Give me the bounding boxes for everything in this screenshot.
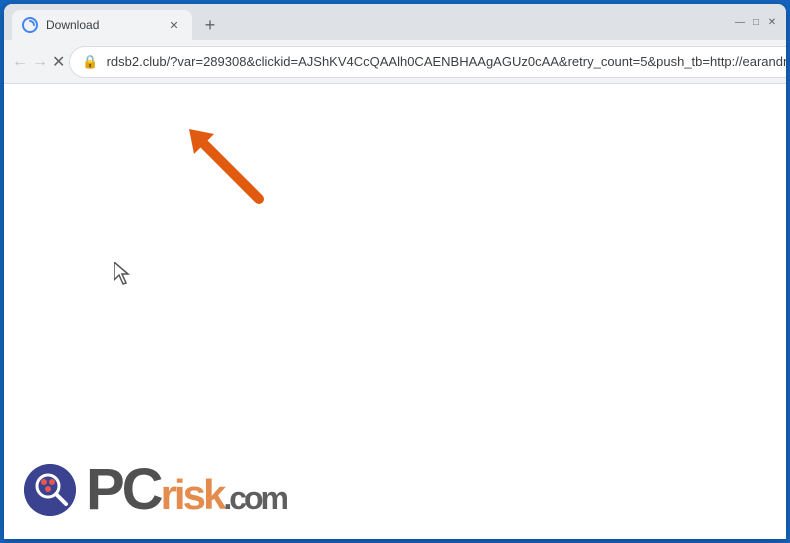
logo-com: .com: [223, 480, 286, 516]
tab-title: Download: [46, 18, 158, 32]
page-content: PCrisk.com: [4, 84, 786, 539]
pcrisk-logo-text: PCrisk.com: [86, 461, 286, 519]
forward-button[interactable]: →: [32, 46, 48, 78]
nav-bar: ← → ✕ 🔒 rdsb2.club/?var=289308&clickid=A…: [4, 40, 786, 84]
tab-close-button[interactable]: ✕: [166, 17, 182, 33]
tab-favicon: [22, 17, 38, 33]
title-bar: Download ✕ + — □ ✕: [4, 4, 786, 40]
arrow-annotation: [184, 124, 274, 219]
browser-window: Download ✕ + — □ ✕ ← → ✕ 🔒 rdsb2.club/?v…: [4, 4, 786, 539]
pcrisk-logo-icon: [24, 464, 76, 516]
new-tab-button[interactable]: +: [196, 11, 224, 39]
window-controls: — □ ✕: [734, 16, 778, 28]
reload-button[interactable]: ✕: [52, 46, 65, 78]
mouse-cursor: [114, 262, 134, 291]
url-text: rdsb2.club/?var=289308&clickid=AJShKV4Cc…: [107, 54, 786, 69]
logo-pc: PC: [86, 457, 161, 522]
active-tab[interactable]: Download ✕: [12, 10, 192, 40]
lock-icon: 🔒: [82, 54, 98, 70]
maximize-button[interactable]: □: [750, 16, 762, 28]
logo-risk: risk: [161, 471, 224, 518]
tab-area: Download ✕ +: [12, 4, 726, 40]
back-button[interactable]: ←: [12, 46, 28, 78]
minimize-button[interactable]: —: [734, 16, 746, 28]
address-bar[interactable]: 🔒 rdsb2.club/?var=289308&clickid=AJShKV4…: [69, 46, 786, 78]
watermark: PCrisk.com: [24, 461, 286, 519]
close-button[interactable]: ✕: [766, 16, 778, 28]
